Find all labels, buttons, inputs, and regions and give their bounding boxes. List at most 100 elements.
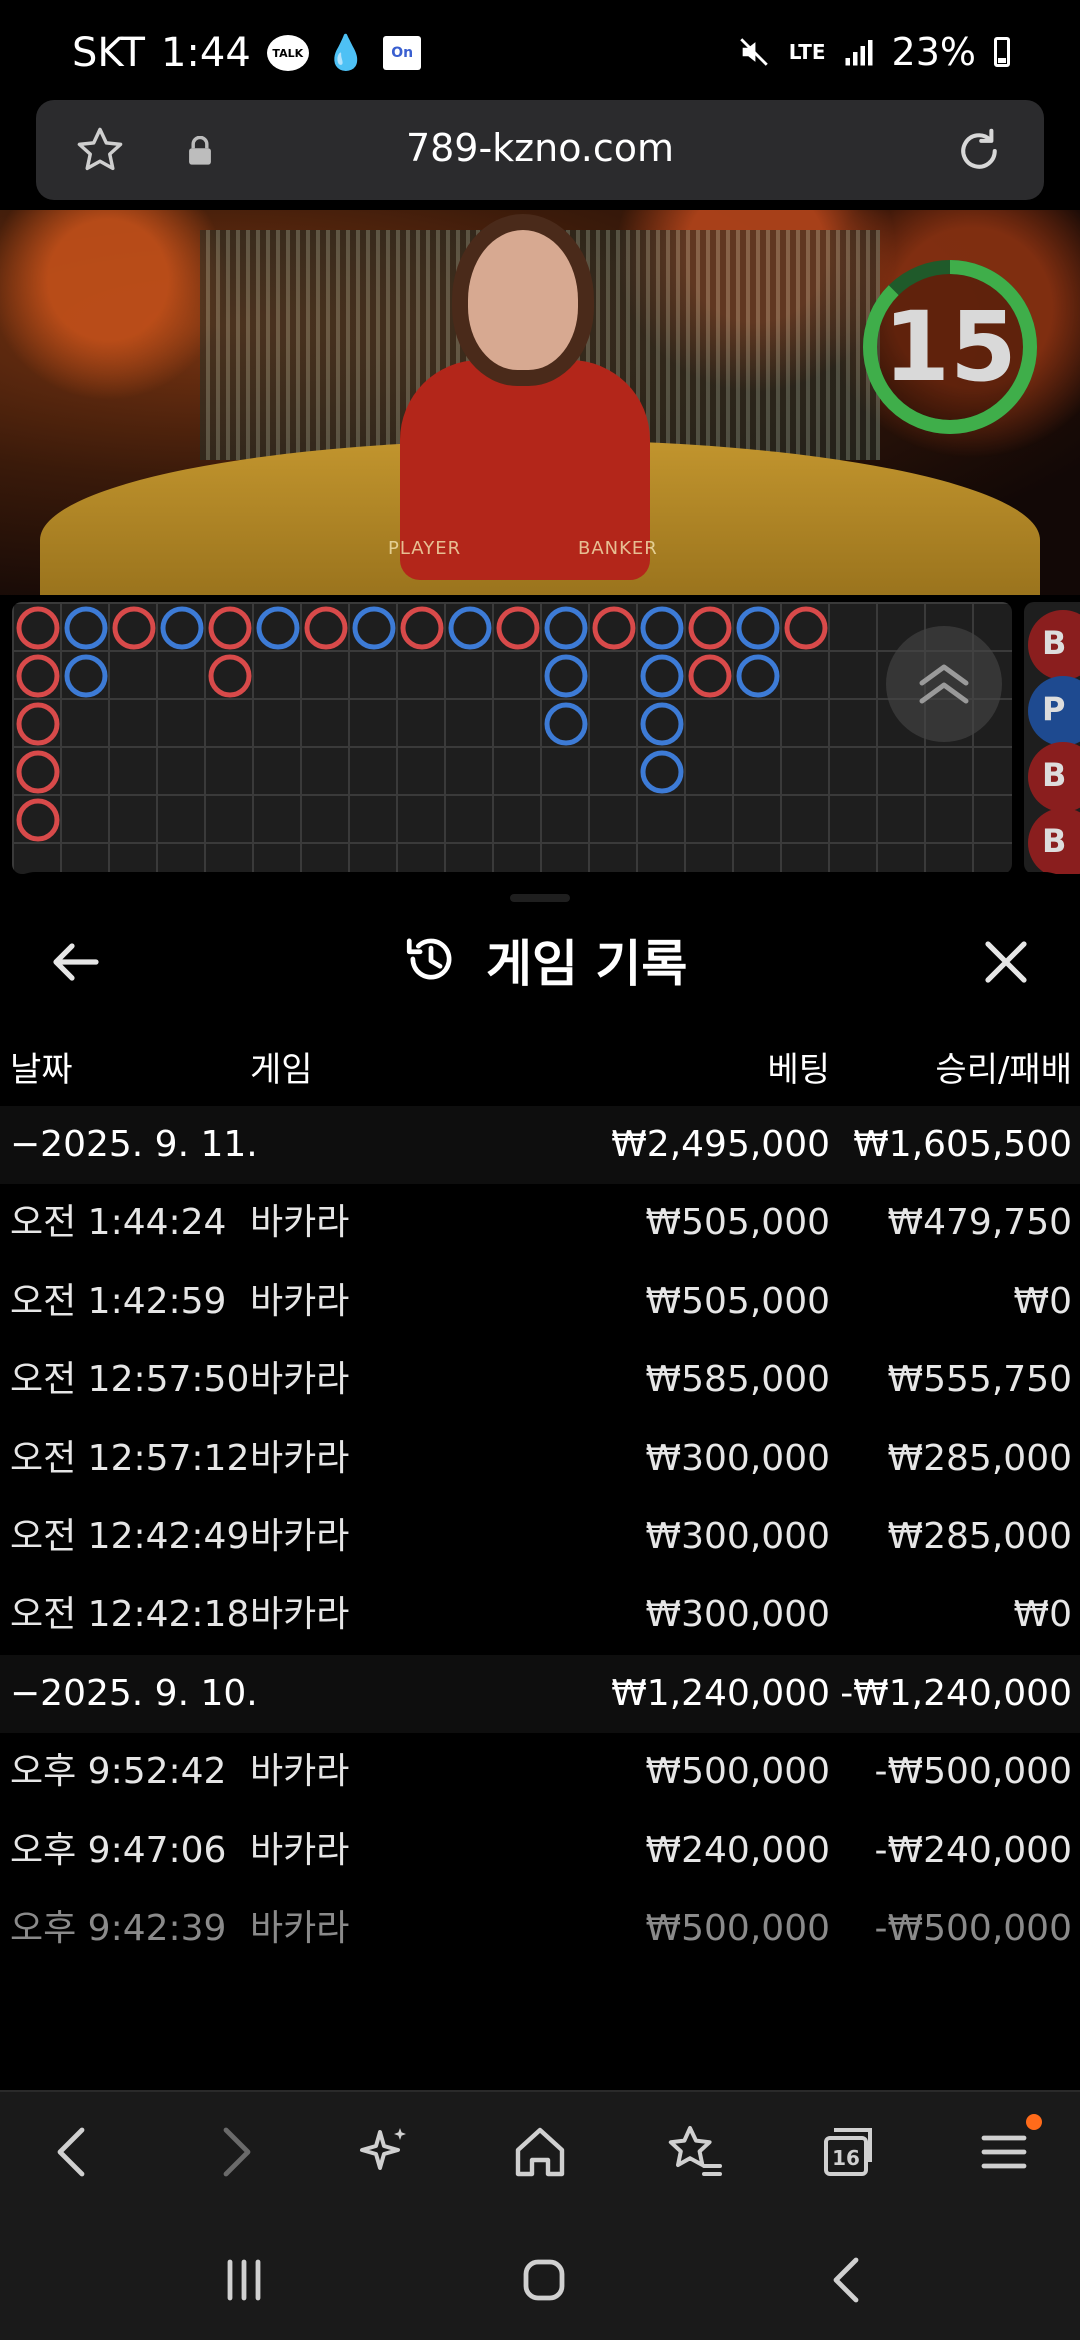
player-bead xyxy=(64,654,108,698)
history-row[interactable]: 오전 12:57:12 바카라 ₩300,000 ₩285,000 xyxy=(0,1420,1080,1498)
system-navigation-bar xyxy=(0,2210,1080,2340)
banker-bead xyxy=(592,606,636,650)
player-bead xyxy=(544,654,588,698)
row-date: 오후 9:42:39 xyxy=(10,1907,227,1949)
tab-count: 16 xyxy=(832,2146,860,2170)
history-row[interactable]: 오전 12:57:50 바카라 ₩585,000 ₩555,750 xyxy=(0,1341,1080,1419)
double-chevron-up-icon xyxy=(919,664,969,704)
history-row[interactable]: 오전 1:44:24 바카라 ₩505,000 ₩479,750 xyxy=(0,1184,1080,1262)
banker-bead xyxy=(400,606,444,650)
player-bead xyxy=(640,606,684,650)
signal-icon xyxy=(845,40,873,66)
row-bet: ₩500,000 xyxy=(645,1751,830,1793)
row-date: 오후 9:52:42 xyxy=(10,1751,227,1793)
player-bead xyxy=(736,606,780,650)
banker-bead xyxy=(208,654,252,698)
expand-road-button[interactable] xyxy=(886,626,1002,742)
row-result: -₩240,000 xyxy=(874,1829,1072,1871)
forward-icon[interactable] xyxy=(204,2122,264,2182)
history-row[interactable]: 오후 9:52:42 바카라 ₩500,000 -₩500,000 xyxy=(0,1733,1080,1811)
player-bead xyxy=(640,750,684,794)
menu-icon[interactable] xyxy=(974,2122,1034,2182)
history-table-header: 날짜 게임 베팅 승리/패배 xyxy=(0,1042,1080,1112)
banker-bead xyxy=(16,654,60,698)
banker-bead xyxy=(688,654,732,698)
recents-icon[interactable] xyxy=(214,2250,274,2310)
live-dealer-video[interactable]: PLAYER BANKER 15 xyxy=(0,210,1080,595)
header-date: 날짜 xyxy=(10,1050,73,1090)
banker-bead xyxy=(16,798,60,842)
side-chip: P xyxy=(1028,676,1080,746)
player-bead xyxy=(640,654,684,698)
row-bet: ₩300,000 xyxy=(645,1515,830,1557)
row-date: 오전 12:42:49 xyxy=(10,1515,250,1557)
row-bet: ₩1,240,000 xyxy=(611,1672,830,1714)
back-icon[interactable] xyxy=(44,2122,104,2182)
history-row[interactable]: 오전 12:42:49 바카라 ₩300,000 ₩285,000 xyxy=(0,1498,1080,1576)
row-result: ₩479,750 xyxy=(887,1202,1072,1244)
row-bet: ₩500,000 xyxy=(645,1907,830,1949)
row-game: 바카라 xyxy=(250,1437,350,1479)
row-date: −2025. 9. 10. xyxy=(10,1672,258,1714)
row-bet: ₩2,495,000 xyxy=(611,1124,830,1165)
row-result: ₩285,000 xyxy=(887,1437,1072,1479)
bead-road[interactable] xyxy=(12,602,1012,874)
row-game: 바카라 xyxy=(250,1751,350,1793)
row-date: 오전 1:44:24 xyxy=(10,1202,227,1244)
panel-title: 게임 기록 xyxy=(486,935,688,993)
row-bet: ₩300,000 xyxy=(645,1437,830,1479)
table-label-banker: BANKER xyxy=(578,538,658,559)
on-app-icon: On xyxy=(383,36,422,70)
system-back-icon[interactable] xyxy=(818,2250,878,2310)
side-road-preview[interactable]: B P B B xyxy=(1024,602,1080,874)
date-summary-row[interactable]: −2025. 9. 10. ₩1,240,000 -₩1,240,000 xyxy=(0,1654,1080,1734)
header-bet: 베팅 xyxy=(767,1050,830,1090)
browser-toolbar: 16 xyxy=(0,2090,1080,2210)
mute-icon xyxy=(740,38,768,66)
row-bet: ₩300,000 xyxy=(645,1594,830,1636)
row-result: ₩555,750 xyxy=(887,1359,1072,1401)
row-result: ₩285,000 xyxy=(887,1515,1072,1557)
history-row[interactable]: 오전 1:42:59 바카라 ₩505,000 ₩0 xyxy=(0,1263,1080,1341)
address-bar[interactable]: 789-kzno.com xyxy=(36,100,1044,200)
carrier-label: SKT xyxy=(72,30,145,76)
side-chip: B xyxy=(1028,808,1080,874)
row-date: 오전 12:42:18 xyxy=(10,1594,250,1636)
clock: 1:44 xyxy=(160,30,251,76)
row-game: 바카라 xyxy=(250,1280,350,1322)
ai-sparkle-icon[interactable] xyxy=(354,2122,414,2182)
row-bet: ₩505,000 xyxy=(645,1202,830,1244)
drag-handle[interactable] xyxy=(510,894,570,902)
row-result: -₩1,240,000 xyxy=(840,1672,1072,1714)
header-game: 게임 xyxy=(250,1050,313,1090)
back-arrow-button[interactable] xyxy=(44,930,108,994)
tabs-button[interactable]: 16 xyxy=(818,2122,878,2182)
home-icon[interactable] xyxy=(510,2122,570,2182)
status-bar: SKT 1:44 TALK 💧 On LTE 23% xyxy=(0,0,1080,100)
scroll-fade xyxy=(0,2000,1080,2090)
url-text[interactable]: 789-kzno.com xyxy=(36,126,1044,170)
row-result: ₩1,605,500 xyxy=(853,1124,1072,1165)
player-bead xyxy=(64,606,108,650)
banker-bead xyxy=(496,606,540,650)
row-bet: ₩585,000 xyxy=(645,1359,830,1401)
header-result: 승리/패배 xyxy=(935,1050,1072,1090)
banker-bead xyxy=(16,702,60,746)
row-game: 바카라 xyxy=(250,1202,350,1244)
row-game: 바카라 xyxy=(250,1515,350,1557)
row-date: 오전 12:57:12 xyxy=(10,1437,250,1479)
close-icon[interactable] xyxy=(974,930,1038,994)
bookmarks-icon[interactable] xyxy=(664,2122,724,2182)
road-beads xyxy=(16,606,828,842)
side-chip: B xyxy=(1028,742,1080,812)
history-icon xyxy=(406,938,452,980)
history-row[interactable]: 오전 12:42:18 바카라 ₩300,000 ₩0 xyxy=(0,1576,1080,1654)
game-history-panel: 게임 기록 날짜 게임 베팅 승리/패배 −2025. 9. 11. ₩2,495… xyxy=(0,872,1080,2090)
row-date: 오전 1:42:59 xyxy=(10,1280,227,1322)
system-home-icon[interactable] xyxy=(514,2250,574,2310)
history-row[interactable]: 오후 9:42:39 바카라 ₩500,000 -₩500,000 xyxy=(0,1890,1080,1968)
reload-icon[interactable] xyxy=(952,124,1006,178)
banker-bead xyxy=(784,606,828,650)
date-summary-row[interactable]: −2025. 9. 11. ₩2,495,000 ₩1,605,500 xyxy=(0,1106,1080,1185)
history-row[interactable]: 오후 9:47:06 바카라 ₩240,000 -₩240,000 xyxy=(0,1812,1080,1890)
